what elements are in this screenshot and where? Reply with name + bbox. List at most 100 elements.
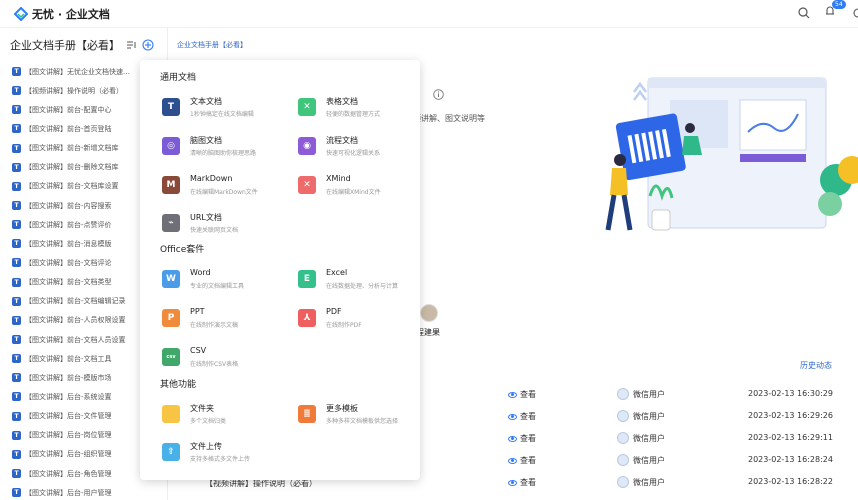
sidebar-doc-label: 【图文讲解】前台-消息模版	[25, 239, 112, 248]
option-name: PPT	[190, 307, 205, 316]
doc-icon: T	[12, 181, 21, 191]
new-office-option[interactable]: P PPT 在线制作演示文稿	[162, 307, 292, 341]
doc-icon: T	[12, 105, 21, 115]
sidebar-doc-label: 【图文讲解】后台-用户管理	[25, 488, 112, 497]
activity-action: 查看	[508, 455, 536, 466]
option-description: 多个文档归类	[190, 418, 227, 425]
notification-count-badge: 54	[832, 0, 846, 9]
option-description: 轻便的数据管理方式	[326, 111, 381, 118]
activity-time: 2023-02-13 16:29:11	[748, 433, 833, 442]
new-general-option[interactable]: M MarkDown 在线编辑MarkDown文件	[162, 174, 292, 208]
settings-icon[interactable]	[850, 7, 858, 19]
new-other-option[interactable]: ≣ 更多模板 多种多样文档模板供您选择	[298, 403, 428, 437]
sidebar-doc-label: 【图文讲解】后台-文件管理	[25, 412, 112, 421]
info-icon[interactable]	[433, 88, 444, 100]
sidebar-doc-label: 【图文讲解】前台-文档类型	[25, 278, 112, 287]
doc-icon: T	[12, 430, 21, 440]
activity-time: 2023-02-13 16:30:29	[748, 389, 833, 398]
option-name: 文件上传	[190, 442, 222, 451]
eye-icon	[508, 457, 517, 464]
option-name: XMind	[326, 174, 351, 183]
option-icon: ✕	[298, 176, 316, 194]
option-icon: W	[162, 270, 180, 288]
new-general-option[interactable]: ✕ XMind 在线编辑XMind文件	[298, 174, 428, 208]
activity-user: 微信用户	[617, 432, 665, 444]
hero-illustration	[605, 77, 858, 231]
app-logo[interactable]: 无忧 · 企业文档	[14, 6, 110, 22]
sidebar-doc-label: 【视频讲解】操作说明（必看）	[25, 86, 123, 95]
option-description: 在线制作CSV表格	[190, 361, 239, 368]
new-other-option[interactable]: ⇧ 文件上传支持多格式多文件上传	[162, 441, 292, 475]
option-name: 更多模板	[326, 404, 358, 413]
doc-icon: T	[12, 67, 21, 77]
option-description: 支持多格式多文件上传	[190, 456, 251, 463]
option-name: URL文档	[190, 213, 222, 222]
activity-action: 查看	[508, 477, 536, 488]
sidebar-doc-label: 【图文讲解】前台-文档工具	[25, 354, 112, 363]
doc-icon: T	[12, 335, 21, 345]
sidebar-doc-label: 【图文讲解】后台-角色管理	[25, 469, 112, 478]
option-icon: ⇧	[162, 443, 180, 461]
history-link[interactable]: 历史动态	[800, 360, 832, 371]
option-icon: ⅄	[298, 309, 316, 327]
option-name: PDF	[326, 307, 342, 316]
sidebar-doc-label: 【图文讲解】前台-配置中心	[25, 105, 112, 114]
search-icon[interactable]	[798, 6, 810, 19]
user-avatar	[617, 388, 629, 400]
option-description: 快速可视化逻辑关系	[326, 150, 381, 157]
new-document-menu: 通用文档 Office套件 其他功能 T 文本文档 1秒钟搞定在线文档编辑 ✕ 表格文档…	[140, 60, 420, 480]
add-doc-icon[interactable]	[142, 39, 154, 51]
sidebar-doc-label: 【图文讲解】前台-点赞评价	[25, 220, 112, 229]
doc-icon: T	[12, 86, 21, 96]
notification-button[interactable]: 54	[824, 0, 846, 20]
breadcrumb[interactable]: 企业文档手册【必看】	[177, 40, 247, 50]
doc-icon: T	[12, 258, 21, 268]
doc-icon: T	[12, 143, 21, 153]
option-icon: ◉	[298, 137, 316, 155]
option-icon: ✕	[298, 98, 316, 116]
new-general-option[interactable]: ⌁ URL文档 快速关联网页文档	[162, 212, 292, 246]
new-office-option[interactable]: W Word 专业的文档编辑工具	[162, 268, 292, 302]
option-description: 在线编辑XMind文件	[326, 189, 381, 196]
option-name: Word	[190, 268, 211, 277]
activity-user: 微信用户	[617, 410, 665, 422]
new-general-option[interactable]: ✕ 表格文档 轻便的数据管理方式	[298, 96, 428, 130]
option-icon: csv	[162, 348, 180, 366]
sidebar-doc-label: 【图文讲解】前台-内容搜索	[25, 201, 112, 210]
activity-action-label: 查看	[520, 412, 536, 421]
eye-icon	[508, 479, 517, 486]
activity-action-label: 查看	[520, 390, 536, 399]
sort-icon[interactable]	[126, 40, 136, 50]
sidebar-doc-label: 【图文讲解】前台-删除文档库	[25, 163, 119, 172]
logo-icon	[14, 7, 28, 21]
option-icon: E	[298, 270, 316, 288]
activity-time: 2023-02-13 16:28:24	[748, 455, 833, 464]
doc-icon: T	[12, 162, 21, 172]
sidebar-doc-label: 【图文讲解】前台-模版市场	[25, 373, 112, 382]
new-office-option[interactable]: E Excel 在线数据处理、分析与计算	[298, 268, 428, 302]
new-general-option[interactable]: T 文本文档 1秒钟搞定在线文档编辑	[162, 96, 292, 130]
sidebar-doc-label: 【图文讲解】前台-文档库设置	[25, 182, 119, 191]
activity-user-name: 微信用户	[633, 433, 665, 443]
sidebar-doc-label: 【图文讲解】前台-文档编辑记录	[25, 297, 126, 306]
activity-action-label: 查看	[520, 456, 536, 465]
sidebar-doc-item[interactable]: T 【图文讲解】后台-用户管理	[0, 483, 167, 500]
new-office-option[interactable]: csv CSV 在线制作CSV表格	[162, 346, 292, 380]
activity-user: 微信用户	[617, 454, 665, 466]
doc-icon: T	[12, 201, 21, 211]
top-bar: 无忧 · 企业文档 54	[0, 0, 858, 28]
option-name: 文本文档	[190, 97, 222, 106]
new-general-option[interactable]: ◎ 脑图文档 清晰的脑图助你梳理思路	[162, 135, 292, 169]
user-avatar	[617, 454, 629, 466]
option-description: 在线制作PDF	[326, 322, 362, 329]
activity-action: 查看	[508, 389, 536, 400]
new-other-option[interactable]: 文件夹 多个文档归类	[162, 403, 292, 437]
new-office-option[interactable]: ⅄ PDF 在线制作PDF	[298, 307, 428, 341]
doc-icon: T	[12, 411, 21, 421]
sidebar-doc-label: 【图文讲解】前台-人员权限设置	[25, 316, 126, 325]
new-general-option[interactable]: ◉ 流程文档 快速可视化逻辑关系	[298, 135, 428, 169]
option-description: 在线编辑MarkDown文件	[190, 189, 258, 196]
option-description: 在线数据处理、分析与计算	[326, 283, 399, 290]
doc-icon: T	[12, 124, 21, 134]
user-avatar	[617, 410, 629, 422]
